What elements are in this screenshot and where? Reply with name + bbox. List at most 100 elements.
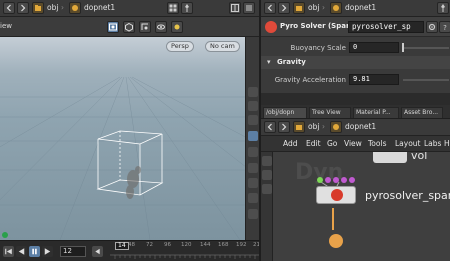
- dopnet-icon: [69, 2, 81, 14]
- shading-icon[interactable]: [248, 101, 258, 111]
- smoke-sim: [126, 166, 141, 199]
- node-name-field[interactable]: pyrosolver_sp: [348, 21, 424, 33]
- collapse-arrow-icon[interactable]: ▾: [267, 58, 271, 66]
- buoyancy-scale-slider[interactable]: [403, 47, 449, 49]
- viewer-path-node[interactable]: dopnet1: [84, 2, 115, 14]
- menu-edit[interactable]: Edit: [306, 139, 321, 148]
- play-reverse-icon[interactable]: [16, 246, 27, 257]
- ruler-label: 168: [218, 242, 229, 248]
- wireframe-icon[interactable]: [248, 87, 258, 97]
- menu-go[interactable]: Go: [327, 139, 337, 148]
- back-icon[interactable]: [264, 2, 276, 14]
- params-path-node[interactable]: dopnet1: [345, 2, 376, 14]
- pyro-node-icon: [331, 189, 343, 201]
- pyro-solver-icon: [265, 21, 277, 33]
- pyrosolver-node[interactable]: [316, 186, 356, 204]
- gravity-acceleration-field[interactable]: 9.81: [349, 74, 399, 85]
- visibility-icon[interactable]: [155, 21, 167, 33]
- current-frame-badge[interactable]: 14: [115, 242, 129, 250]
- menu-help[interactable]: H: [444, 139, 450, 148]
- light-icon[interactable]: [248, 131, 258, 141]
- object-context-icon[interactable]: [32, 2, 44, 14]
- menu-layout[interactable]: Layout: [395, 139, 421, 148]
- scene-view-pane: obj › dopnet1 iew Persp No cam 12 14 48 …: [0, 0, 264, 261]
- gravity-section-title: Gravity: [277, 58, 306, 66]
- no-cam-button[interactable]: No cam: [205, 41, 240, 52]
- pane-menu-icon[interactable]: [243, 2, 255, 14]
- input-port-purple[interactable]: [341, 177, 347, 183]
- background-icon[interactable]: [248, 178, 258, 188]
- play-icon[interactable]: [42, 246, 53, 257]
- parameter-and-network-pane: obj › dopnet1 Pyro Solver (Spar... pyros…: [259, 0, 450, 261]
- snapshot-icon[interactable]: [248, 209, 258, 219]
- jump-start-icon[interactable]: [3, 246, 14, 257]
- bounding-box-wireframe[interactable]: [0, 37, 245, 240]
- playbar: 12 14 48 72 96 120 144 168 192: [0, 240, 264, 261]
- layout-icon[interactable]: [229, 2, 241, 14]
- menu-view[interactable]: View: [344, 139, 362, 148]
- object-context-icon[interactable]: [293, 121, 305, 133]
- input-port-purple[interactable]: [349, 177, 355, 183]
- buoyancy-slider-handle[interactable]: [402, 43, 404, 52]
- object-context-icon[interactable]: [293, 2, 305, 14]
- grid-icon[interactable]: [248, 163, 258, 173]
- camera-icon[interactable]: [248, 147, 258, 157]
- forward-icon[interactable]: [278, 121, 290, 133]
- viewer-path-bar: obj › dopnet1: [0, 0, 259, 17]
- menu-labs[interactable]: Labs: [424, 139, 441, 148]
- pin-icon[interactable]: [437, 2, 449, 14]
- display-toolbar: [245, 37, 259, 240]
- render-icon[interactable]: [248, 193, 258, 203]
- input-port-purple[interactable]: [325, 177, 331, 183]
- forward-icon[interactable]: [17, 2, 29, 14]
- persp-button[interactable]: Persp: [166, 41, 194, 52]
- lighting-icon[interactable]: [171, 21, 183, 33]
- forward-icon[interactable]: [278, 2, 290, 14]
- params-path-context[interactable]: obj: [308, 2, 319, 14]
- network-path-node[interactable]: dopnet1: [345, 121, 376, 133]
- gravity-acceleration-slider[interactable]: [403, 79, 449, 81]
- menu-add[interactable]: Add: [283, 139, 298, 148]
- stop-icon[interactable]: [29, 246, 40, 257]
- ruler-label: 192: [236, 242, 247, 248]
- pyrosolver-node-label: pyrosolver_spar: [365, 189, 450, 202]
- params-path-bar: obj › dopnet1: [261, 0, 450, 17]
- network-path-context[interactable]: obj: [308, 121, 319, 133]
- display-options-icon[interactable]: [107, 21, 119, 33]
- tab-asset-browser[interactable]: Asset Bro...: [401, 107, 443, 118]
- back-icon[interactable]: [3, 2, 15, 14]
- tab-material-palette[interactable]: Material P...: [353, 107, 399, 118]
- buoyancy-scale-field[interactable]: 0: [349, 42, 399, 53]
- buoyancy-scale-label: Buoyancy Scale: [290, 44, 346, 52]
- back-icon[interactable]: [264, 121, 276, 133]
- 3d-viewport[interactable]: Persp No cam: [0, 37, 245, 240]
- current-frame-field[interactable]: 12: [60, 246, 86, 257]
- axis-indicator-icon: [2, 232, 8, 238]
- gravity-section-header[interactable]: ▾ Gravity: [261, 56, 450, 69]
- view-mode-label: iew: [0, 22, 12, 30]
- network-menu-bar: Add Edit Go View Tools Layout Labs H: [261, 136, 450, 152]
- network-editor[interactable]: Dyn vol pyrosolver_spar: [261, 152, 450, 261]
- viewer-path-context[interactable]: obj: [47, 2, 58, 14]
- ghost-icon[interactable]: [248, 115, 258, 125]
- snap-icon[interactable]: [139, 21, 151, 33]
- geometry-icon[interactable]: [123, 21, 135, 33]
- gravity-acceleration-label: Gravity Acceleration: [274, 76, 346, 84]
- pin-icon[interactable]: [181, 2, 193, 14]
- input-port-green[interactable]: [317, 177, 323, 183]
- help-icon[interactable]: ?: [439, 21, 450, 33]
- ruler-label: 48: [128, 242, 135, 248]
- menu-tools[interactable]: Tools: [368, 139, 386, 148]
- grid-view-icon[interactable]: [167, 2, 179, 14]
- pane-divider[interactable]: [261, 93, 450, 105]
- tab-tree-view[interactable]: Tree View: [309, 107, 351, 118]
- svg-text:?: ?: [443, 24, 447, 32]
- gear-icon[interactable]: [426, 21, 438, 33]
- tab-network[interactable]: /obj/dopn: [263, 107, 307, 118]
- node-header: Pyro Solver (Spar... pyrosolver_sp ?: [261, 17, 450, 37]
- ruler-label: 144: [200, 242, 211, 248]
- prev-frame-icon[interactable]: [92, 246, 103, 257]
- input-port-purple[interactable]: [333, 177, 339, 183]
- output-node[interactable]: [329, 234, 343, 248]
- dopnet-icon: [330, 2, 342, 14]
